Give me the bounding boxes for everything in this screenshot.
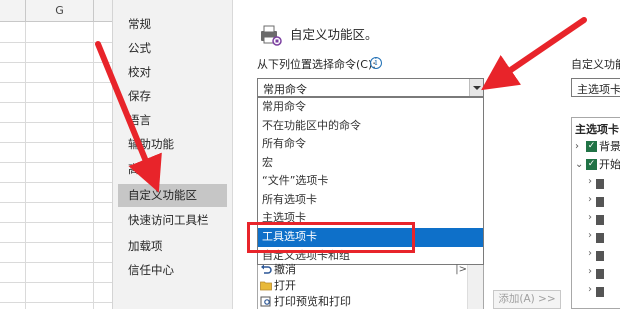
submenu-arrow-icon: |> (455, 264, 467, 275)
column-header-g[interactable]: G (26, 0, 94, 22)
nav-item-proofing[interactable]: 校对 (118, 61, 227, 84)
nav-item-formulas[interactable]: 公式 (118, 37, 227, 60)
grid-line (0, 122, 112, 123)
dropdown-option[interactable]: 宏 (258, 154, 483, 173)
tree-subitem[interactable] (596, 215, 604, 225)
tree-item-label: 开始 (599, 158, 620, 171)
print-preview-icon (260, 296, 271, 307)
customize-ribbon-label: 自定义功能 (571, 58, 620, 71)
grid-line (0, 302, 112, 303)
tree-subitem[interactable] (596, 197, 604, 207)
tree-item-label: 背景 (599, 140, 620, 153)
nav-item-language[interactable]: 语言 (118, 109, 227, 132)
choose-commands-dropdown[interactable]: 常用命令 (257, 78, 484, 97)
nav-item-advanced[interactable]: 高级 (118, 158, 227, 181)
undo-icon (261, 264, 272, 274)
grid-line (0, 82, 112, 83)
dropdown-option[interactable]: 不在功能区中的命令 (258, 117, 483, 136)
annotation-highlight-box (247, 222, 415, 253)
dropdown-option[interactable]: 所有命令 (258, 135, 483, 154)
customize-ribbon-selected-value: 主选项卡 (577, 83, 620, 96)
chevron-right-icon[interactable]: › (588, 284, 592, 295)
tree-subitem[interactable] (596, 233, 604, 243)
grid-line (0, 242, 112, 243)
list-item[interactable]: 打印预览和打印 (260, 293, 351, 309)
grid-line (93, 22, 94, 309)
nav-item-add-ins[interactable]: 加载项 (118, 235, 227, 258)
list-item[interactable]: 撤消 (260, 261, 296, 278)
tree-header: 主选项卡 (575, 123, 619, 136)
grid-line (0, 222, 112, 223)
nav-item-save[interactable]: 保存 (118, 85, 227, 108)
customize-ribbon-panel: 自定义功能区。 从下列位置选择命令(C): i 常用命令 常用命令 不在功能区中… (233, 0, 620, 309)
chevron-right-icon[interactable]: › (575, 141, 584, 152)
grid-line (0, 202, 112, 203)
list-item-label: 打印预览和打印 (274, 295, 351, 308)
list-item-label: 撤消 (274, 263, 296, 276)
dropdown-option[interactable]: 常用命令 (258, 98, 483, 117)
chevron-right-icon[interactable]: › (588, 176, 592, 187)
dropdown-option[interactable]: “文件”选项卡 (258, 172, 483, 191)
chevron-right-icon[interactable]: › (588, 248, 592, 259)
spreadsheet-background: G (0, 0, 113, 309)
grid-line (0, 62, 112, 63)
grid-line (0, 262, 112, 263)
list-item[interactable]: 打开 (260, 277, 296, 294)
options-nav: 常规 公式 校对 保存 语言 辅助功能 高级 自定义功能区 快速访问工具栏 加载… (113, 0, 233, 309)
chevron-down-icon[interactable] (469, 79, 483, 96)
tree-item[interactable]: › ✓ 背景 (575, 138, 620, 154)
customize-ribbon-dropdown[interactable]: 主选项卡 (571, 78, 620, 97)
column-header-f[interactable] (0, 0, 26, 22)
commands-list[interactable]: 撤消 |> 打开 打印预览和打印 (257, 263, 484, 309)
vertical-scrollbar[interactable] (467, 265, 483, 309)
nav-item-accessibility[interactable]: 辅助功能 (118, 133, 227, 156)
grid-line (0, 282, 112, 283)
folder-icon (260, 281, 272, 291)
choose-commands-selected-value: 常用命令 (263, 83, 307, 96)
tree-subitem[interactable] (596, 179, 604, 189)
chevron-right-icon[interactable]: › (588, 266, 592, 277)
chevron-right-icon[interactable]: › (588, 194, 592, 205)
tree-subitem[interactable] (596, 251, 604, 261)
nav-item-quick-access-toolbar[interactable]: 快速访问工具栏 (118, 209, 227, 232)
nav-item-trust-center[interactable]: 信任中心 (118, 259, 227, 282)
grid-line (0, 142, 112, 143)
grid-line (25, 22, 26, 309)
tree-subitem[interactable] (596, 269, 604, 279)
dropdown-option[interactable]: 所有选项卡 (258, 191, 483, 210)
chevron-right-icon[interactable]: › (588, 230, 592, 241)
info-icon[interactable]: i (370, 57, 382, 69)
grid-line (0, 42, 112, 43)
grid-line (0, 162, 112, 163)
ribbon-tabs-tree[interactable]: 主选项卡 › ✓ 背景 ⌄ ✓ 开始 › › › › › › › (571, 117, 620, 309)
chevron-down-icon[interactable]: ⌄ (575, 159, 584, 170)
chevron-right-icon[interactable]: › (588, 212, 592, 223)
add-button[interactable]: 添加(A) >> (493, 290, 561, 309)
nav-item-general[interactable]: 常规 (118, 13, 227, 36)
column-header-h[interactable] (94, 0, 112, 22)
grid-line (0, 102, 112, 103)
tree-item[interactable]: ⌄ ✓ 开始 (575, 156, 620, 172)
grid-line (0, 182, 112, 183)
customize-ribbon-icon (261, 25, 282, 46)
checkbox-checked-icon[interactable]: ✓ (586, 158, 597, 170)
choose-commands-label: 从下列位置选择命令(C): (257, 58, 376, 71)
nav-item-customize-ribbon[interactable]: 自定义功能区 (118, 184, 227, 207)
page-title: 自定义功能区。 (290, 27, 378, 42)
checkbox-checked-icon[interactable]: ✓ (586, 140, 597, 152)
list-item-label: 打开 (274, 279, 296, 292)
tree-subitem[interactable] (596, 287, 604, 297)
